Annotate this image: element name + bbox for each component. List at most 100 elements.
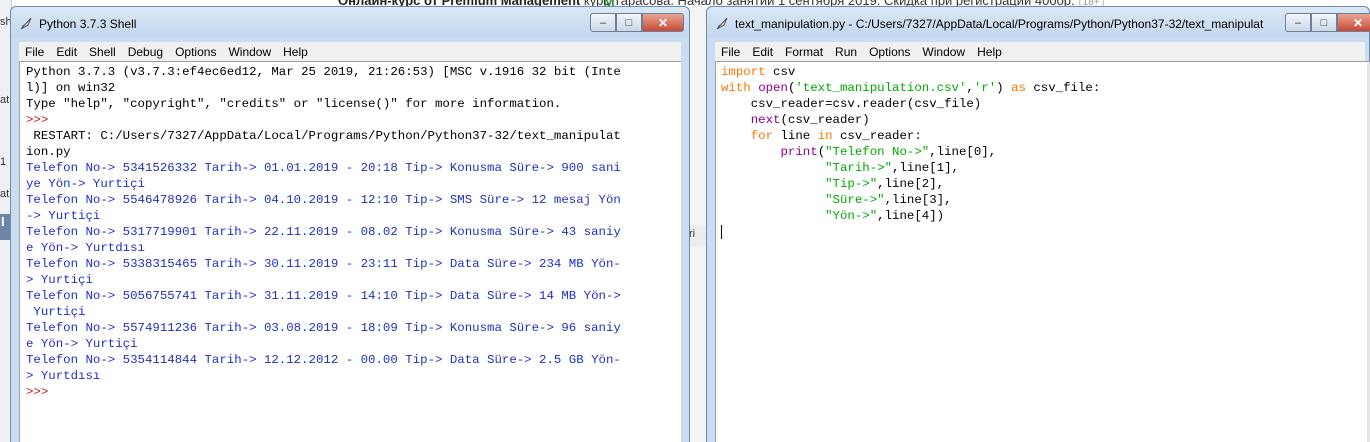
- shell-output-line: Yurtiçi: [26, 305, 86, 319]
- shell-output-line: e Yön-> Yurtdısı: [26, 241, 145, 255]
- shell-output-line: Telefon No-> 5317719901 Tarih-> 22.11.20…: [26, 225, 621, 239]
- menu-window[interactable]: Window: [222, 45, 277, 59]
- code-token: as: [1011, 81, 1026, 95]
- background-fragment: 1: [0, 156, 7, 168]
- code-token: 'r': [973, 81, 997, 95]
- code-line: "Yön->",line[4]): [721, 208, 1370, 224]
- code-line: with open('text_manipulation.csv','r') a…: [721, 80, 1370, 96]
- shell-output-line: l)] on win32: [26, 81, 116, 95]
- code-line: print("Telefon No->",line[0],: [721, 144, 1370, 160]
- shell-output-line: e Yön-> Yurtiçi: [26, 337, 138, 351]
- shell-output-line: RESTART: C:/Users/7327/AppData/Local/Pro…: [26, 129, 621, 143]
- code-token: ): [996, 81, 1012, 95]
- code-token: open: [758, 81, 788, 95]
- python-feather-icon: [716, 17, 728, 30]
- shell-prompt: >>>: [26, 113, 56, 127]
- menu-edit[interactable]: Edit: [50, 45, 83, 59]
- code-line: "Süre->",line[3],: [721, 192, 1370, 208]
- shell-output-line: Python 3.7.3 (v3.7.3:ef4ec6ed12, Mar 25 …: [26, 65, 621, 79]
- code-token: line: [773, 129, 818, 143]
- editor-titlebar[interactable]: text_manipulation.py - C:/Users/7327/App…: [707, 7, 1370, 37]
- code-token: for: [750, 129, 774, 143]
- menu-shell[interactable]: Shell: [83, 45, 122, 59]
- minimize-button[interactable]: –: [590, 13, 616, 32]
- shell-output-area[interactable]: Python 3.7.3 (v3.7.3:ef4ec6ed12, Mar 25 …: [19, 61, 681, 442]
- shell-output-line: -> Yurtiçi: [26, 209, 101, 223]
- code-token: ,line[4]): [877, 209, 945, 223]
- code-token: ,line[1],: [892, 161, 959, 175]
- code-token: ,: [966, 81, 974, 95]
- menu-help[interactable]: Help: [971, 45, 1008, 59]
- code-token: 'text_manipulation.csv': [795, 81, 967, 95]
- code-token: import: [721, 65, 766, 79]
- shell-output-line: Telefon No-> 5341526332 Tarih-> 01.01.20…: [26, 161, 621, 175]
- shell-output-line: ye Yön-> Yurtiçi: [26, 177, 145, 191]
- code-token: ,line[3],: [884, 193, 952, 207]
- background-fragment: at: [0, 94, 10, 106]
- code-token: (: [817, 145, 826, 159]
- shell-titlebar[interactable]: Python 3.7.3 Shell – □ ✕: [11, 7, 689, 37]
- shell-output-line: Telefon No-> 5338315465 Tarih-> 30.11.20…: [26, 257, 621, 271]
- shell-title: Python 3.7.3 Shell: [39, 17, 137, 31]
- code-line: csv_reader=csv.reader(csv_file): [721, 96, 1370, 112]
- code-line: import csv: [721, 64, 1370, 80]
- code-token: with: [721, 81, 751, 95]
- minimize-button[interactable]: –: [1285, 13, 1311, 32]
- code-text-area[interactable]: import csv with open('text_manipulation.c…: [715, 61, 1370, 442]
- code-token: csv_reader=csv.reader(csv_file): [721, 97, 982, 111]
- close-button[interactable]: ✕: [642, 13, 684, 32]
- code-token: (csv_reader): [780, 113, 870, 127]
- background-fragment: at: [0, 188, 10, 200]
- menu-file[interactable]: File: [19, 45, 50, 59]
- close-button[interactable]: ✕: [1337, 13, 1370, 32]
- editor-window-controls: – □ ✕: [1285, 13, 1370, 32]
- code-token: ,line[2],: [877, 177, 945, 191]
- menu-options[interactable]: Options: [863, 45, 916, 59]
- menu-edit[interactable]: Edit: [746, 45, 779, 59]
- code-token: "Telefon No->": [825, 145, 930, 159]
- code-line: next(csv_reader): [721, 112, 1370, 128]
- code-token: "Yön->": [825, 209, 878, 223]
- shell-output-line: Type "help", "copyright", "credits" or "…: [26, 97, 562, 111]
- code-token: ,line[0],: [929, 145, 997, 159]
- maximize-button[interactable]: □: [616, 13, 642, 32]
- shell-output-line: > Yurtdısı: [26, 369, 101, 383]
- menu-debug[interactable]: Debug: [122, 45, 169, 59]
- menu-file[interactable]: File: [715, 45, 746, 59]
- shell-menubar: File Edit Shell Debug Options Window Hel…: [19, 42, 681, 61]
- background-gap: [689, 0, 707, 442]
- menu-options[interactable]: Options: [169, 45, 222, 59]
- menu-run[interactable]: Run: [829, 45, 863, 59]
- maximize-button[interactable]: □: [1311, 13, 1337, 32]
- shell-output-line: Telefon No-> 5056755741 Tarih-> 31.11.20…: [26, 289, 621, 303]
- code-token: csv_file:: [1025, 81, 1101, 95]
- code-token: "Süre->": [825, 193, 885, 207]
- python-shell-window[interactable]: Python 3.7.3 Shell – □ ✕ File Edit Shell…: [10, 6, 690, 442]
- python-feather-icon: [20, 17, 32, 30]
- menu-format[interactable]: Format: [779, 45, 829, 59]
- menu-window[interactable]: Window: [916, 45, 971, 59]
- code-line: "Tip->",line[2],: [721, 176, 1370, 192]
- shell-output-line: > Yurtiçi: [26, 273, 93, 287]
- editor-title: text_manipulation.py - C:/Users/7327/App…: [735, 17, 1264, 31]
- shell-output-line: Telefon No-> 5574911236 Tarih-> 03.08.20…: [26, 321, 621, 335]
- background-fragment: ri: [689, 226, 707, 246]
- menu-help[interactable]: Help: [277, 45, 314, 59]
- text-cursor: [721, 224, 722, 239]
- code-token: csv: [765, 65, 796, 79]
- code-token: csv_reader:: [832, 129, 922, 143]
- code-line: [721, 224, 1370, 240]
- code-token: next: [750, 113, 781, 127]
- editor-menubar: File Edit Format Run Options Window Help: [715, 42, 1365, 61]
- code-editor-window[interactable]: text_manipulation.py - C:/Users/7327/App…: [706, 6, 1370, 442]
- code-token: "Tip->": [825, 177, 878, 191]
- code-line: for line in csv_reader:: [721, 128, 1370, 144]
- code-line: "Tarih->",line[1],: [721, 160, 1370, 176]
